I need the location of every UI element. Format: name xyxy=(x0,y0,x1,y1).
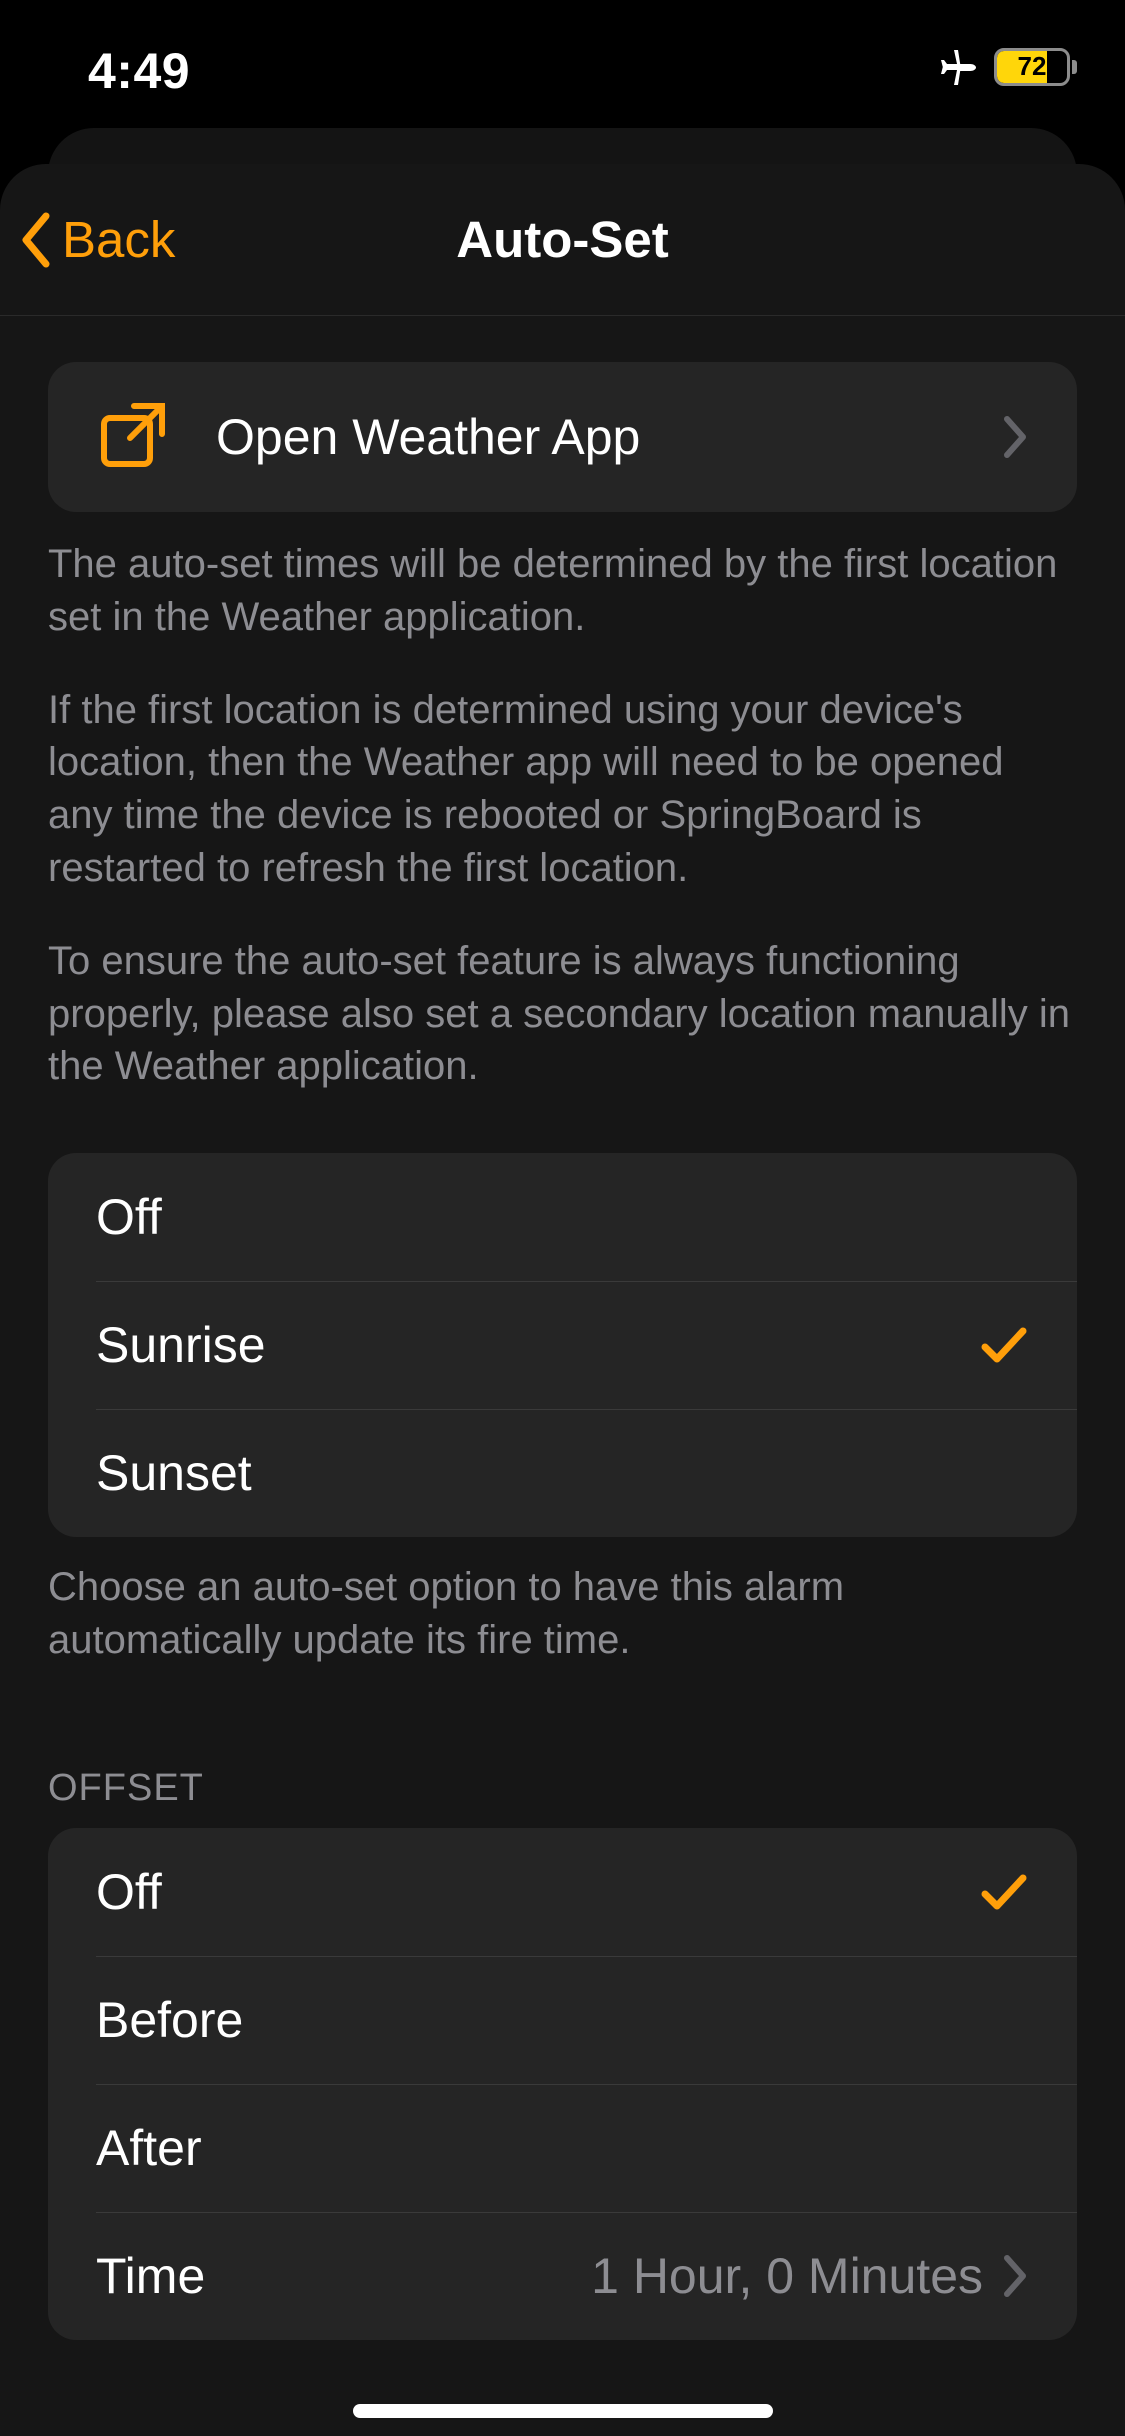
settings-sheet: Back Auto-Set Open Weather App xyxy=(0,164,1125,2436)
external-link-icon xyxy=(96,398,170,477)
offset-time-button[interactable]: Time 1 Hour, 0 Minutes xyxy=(48,2212,1077,2340)
navigation-bar: Back Auto-Set xyxy=(0,164,1125,316)
chevron-left-icon xyxy=(18,210,56,270)
battery-percent: 72 xyxy=(994,48,1070,86)
offset-group: Off Before After Time 1 Hour, 0 Minutes xyxy=(48,1828,1077,2340)
autoset-footer: Choose an auto-set option to have this a… xyxy=(0,1537,1125,1667)
open-weather-label: Open Weather App xyxy=(216,408,1001,466)
chevron-right-icon xyxy=(1001,415,1029,459)
offset-option-off[interactable]: Off xyxy=(48,1828,1077,1956)
back-label: Back xyxy=(62,210,175,269)
status-right: 72 xyxy=(936,42,1077,91)
description-p3: To ensure the auto-set feature is always… xyxy=(48,935,1077,1093)
chevron-right-icon xyxy=(1001,2254,1029,2298)
autoset-option-sunset[interactable]: Sunset xyxy=(48,1409,1077,1537)
description-p2: If the first location is determined usin… xyxy=(48,684,1077,895)
home-indicator[interactable] xyxy=(353,2404,773,2418)
open-weather-app-button[interactable]: Open Weather App xyxy=(48,362,1077,512)
description-p1: The auto-set times will be determined by… xyxy=(48,538,1077,644)
weather-description: The auto-set times will be determined by… xyxy=(0,512,1125,1093)
back-button[interactable]: Back xyxy=(18,164,175,315)
checkmark-icon xyxy=(979,1320,1029,1370)
autoset-option-sunrise[interactable]: Sunrise xyxy=(48,1281,1077,1409)
content-scroll[interactable]: Open Weather App The auto-set times will… xyxy=(0,316,1125,2436)
battery-indicator: 72 xyxy=(994,48,1077,86)
status-bar: 4:49 72 xyxy=(0,0,1125,110)
weather-app-group: Open Weather App xyxy=(48,362,1077,512)
offset-time-value: 1 Hour, 0 Minutes xyxy=(591,2247,983,2305)
autoset-mode-group: Off Sunrise Sunset xyxy=(48,1153,1077,1537)
status-time: 4:49 xyxy=(88,42,190,100)
autoset-option-off[interactable]: Off xyxy=(48,1153,1077,1281)
page-title: Auto-Set xyxy=(456,210,668,269)
offset-header: OFFSET xyxy=(0,1667,1125,1828)
offset-option-after[interactable]: After xyxy=(48,2084,1077,2212)
checkmark-icon xyxy=(979,1867,1029,1917)
offset-option-before[interactable]: Before xyxy=(48,1956,1077,2084)
airplane-mode-icon xyxy=(936,42,980,91)
